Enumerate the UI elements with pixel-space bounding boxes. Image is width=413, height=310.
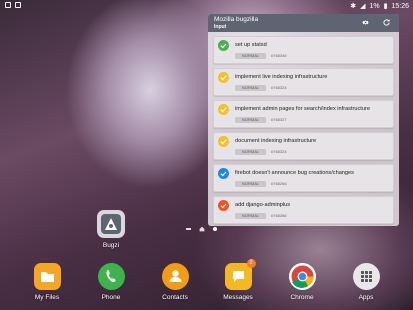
apps-grid-icon [352, 263, 380, 290]
my-files-app[interactable]: My Files [25, 263, 69, 301]
status-bar: ✱ ◢ 1% ▮ 15:26 [0, 0, 413, 12]
bugzi-app[interactable]: Bugzi [96, 210, 126, 249]
bug-id: #765286 [271, 213, 287, 218]
messages-badge: 2 [246, 259, 256, 268]
severity-badge: NORMAL [235, 181, 267, 187]
bug-card[interactable]: firebot doesn't announce bug creations/c… [213, 164, 394, 192]
messages-app[interactable]: 2 Messages [216, 259, 260, 301]
bugzi-app-label: Bugzi [102, 242, 120, 249]
bluetooth-icon: ✱ [350, 3, 357, 10]
widget-title: Mozilla bugzilla [214, 16, 259, 23]
wifi-icon: ◢ [360, 3, 366, 10]
phone-label: Phone [101, 294, 121, 301]
bug-card[interactable]: implement live indexing infrastructure NO… [213, 68, 394, 96]
bug-title: document indexing infrastructure [235, 138, 317, 144]
home-page-icon [199, 226, 205, 232]
contacts-app[interactable]: Contacts [153, 263, 197, 301]
severity-badge: NORMAL [235, 149, 267, 155]
contacts-icon [161, 263, 189, 290]
bug-id: #765324 [271, 149, 287, 154]
bugzilla-widget: Mozilla bugzilla Input set up statsd NORM… [208, 14, 399, 226]
messages-icon: 2 [224, 259, 256, 290]
phone-icon [97, 263, 125, 290]
bug-title: implement live indexing infrastructure [235, 74, 328, 80]
check-circle-icon [218, 136, 229, 147]
bug-id: #765324 [271, 85, 287, 90]
severity-badge: NORMAL [235, 85, 267, 91]
severity-badge: NORMAL [235, 53, 267, 59]
bug-card[interactable]: set up statsd NORMAL #765346 [213, 36, 394, 64]
check-circle-icon [218, 40, 229, 51]
bug-card[interactable]: implement admin pages for search/index i… [213, 100, 394, 128]
apps-drawer[interactable]: Apps [344, 263, 388, 301]
messages-label: Messages [223, 294, 253, 301]
apps-label: Apps [358, 294, 374, 301]
bug-title: add django-adminplus [235, 202, 291, 208]
check-circle-icon [218, 72, 229, 83]
widget-subtitle: Input [214, 24, 227, 30]
page-dot-current [213, 227, 217, 231]
battery-icon: ▮ [383, 3, 388, 10]
check-circle-icon [218, 104, 229, 115]
bug-card[interactable]: document indexing infrastructure NORMAL #7… [213, 132, 394, 160]
bug-card[interactable]: add django-adminplus NORMAL #765286 [213, 196, 394, 224]
bug-id: #765266 [271, 181, 287, 186]
bug-id: #765327 [271, 117, 287, 122]
severity-badge: NORMAL [235, 213, 267, 219]
bug-list: set up statsd NORMAL #765346 implement live… [208, 32, 399, 226]
chrome-icon [288, 263, 316, 290]
check-circle-icon [218, 168, 229, 179]
app-dock: My Files Phone Contacts 2 Messages Chrom… [0, 259, 413, 310]
chrome-label: Chrome [290, 294, 314, 301]
page-indicator-left [186, 228, 191, 230]
my-files-label: My Files [34, 294, 60, 301]
clock: 15:26 [391, 2, 409, 10]
widget-header: Mozilla bugzilla Input [208, 14, 399, 32]
bug-title: implement admin pages for search/index i… [235, 106, 370, 112]
chrome-app[interactable]: Chrome [280, 263, 324, 301]
settings-gear-icon[interactable] [361, 18, 370, 27]
check-circle-icon [218, 200, 229, 211]
gallery-icon [15, 2, 21, 8]
page-indicator [186, 226, 217, 232]
severity-badge: NORMAL [235, 117, 267, 123]
bug-id: #765346 [271, 53, 287, 58]
screenshot-icon [5, 2, 11, 8]
contacts-label: Contacts [162, 294, 188, 301]
phone-app[interactable]: Phone [89, 263, 133, 301]
bugzi-app-icon [97, 210, 125, 238]
bug-title: firebot doesn't announce bug creations/c… [235, 170, 354, 176]
bug-title: set up statsd [235, 42, 267, 48]
folder-icon [33, 263, 61, 290]
battery-percent: 1% [369, 2, 380, 10]
refresh-icon[interactable] [382, 18, 391, 27]
